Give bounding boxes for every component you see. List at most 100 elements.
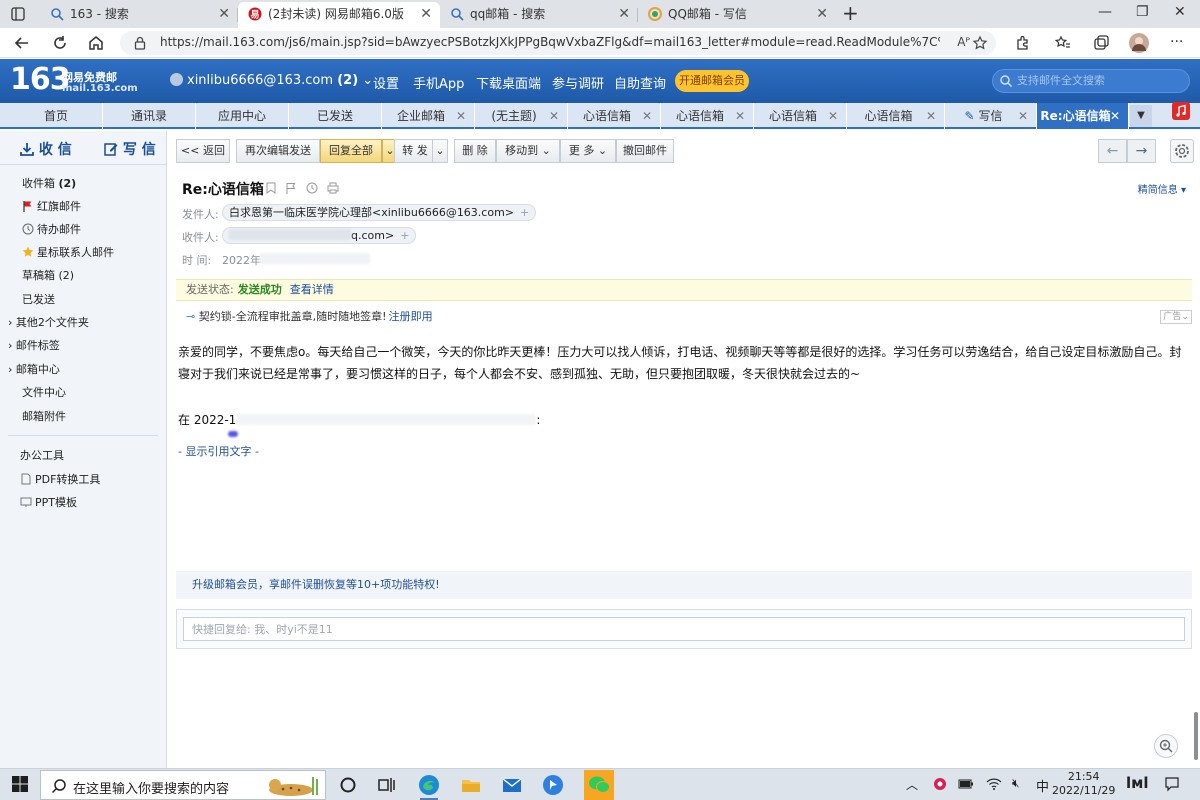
tab-message[interactable]: 心语信箱 ✕ <box>847 103 945 129</box>
close-icon[interactable]: ✕ <box>926 103 936 129</box>
sidebar-item-mail-center[interactable]: › 邮箱中心 <box>8 361 60 377</box>
browser-tab-3[interactable]: qq邮箱 - 搜索 ✕ <box>440 2 638 28</box>
forward-button[interactable]: 转 发 <box>394 139 436 163</box>
upgrade-banner[interactable]: 升级邮箱会员，享邮件误删恢复等10+项功能特权! <box>176 571 1192 599</box>
wifi-icon[interactable] <box>986 777 1002 791</box>
minimize-button[interactable]: — <box>1098 4 1112 20</box>
close-icon[interactable]: ✕ <box>1018 103 1028 129</box>
summary-info-link[interactable]: 精简信息 ▾ <box>1138 181 1186 196</box>
tab-message[interactable]: 心语信箱 ✕ <box>568 103 661 129</box>
settings-link[interactable]: 设置 <box>373 73 399 92</box>
recall-button[interactable]: 撤回邮件 <box>616 139 674 163</box>
collections-icon[interactable] <box>1092 34 1110 52</box>
sidebar-item-file-center[interactable]: 文件中心 <box>22 384 66 400</box>
taskbar-search-box[interactable]: 在这里输入你要搜索的内容 <box>40 770 326 800</box>
clock-icon[interactable] <box>306 182 318 197</box>
ime-mode-icon[interactable]: lᴍl <box>1126 774 1149 792</box>
close-icon[interactable]: ✕ <box>735 103 745 129</box>
sidebar-item-starred[interactable]: 星标联系人邮件 <box>22 244 114 260</box>
task-view-icon[interactable] <box>374 773 398 797</box>
url-field[interactable]: https://mail.163.com/js6/main.jsp?sid=bA… <box>120 31 996 55</box>
home-icon[interactable] <box>86 33 106 53</box>
ad-tag[interactable]: 广告⌄ <box>1160 310 1192 324</box>
read-aloud-button[interactable]: Aᴾ <box>957 35 970 49</box>
close-icon[interactable]: ✕ <box>549 103 559 129</box>
sidebar-item-sent[interactable]: 已发送 <box>22 291 55 307</box>
recipient-chip[interactable]: q.com> + <box>222 227 417 244</box>
ad-text[interactable]: 契约锁-全流程审批盖章,随时随地签章! <box>199 310 387 323</box>
sidebar-item-labels[interactable]: › 邮件标签 <box>8 337 60 353</box>
close-icon[interactable]: ✕ <box>1110 103 1120 129</box>
close-tab-icon[interactable]: ✕ <box>618 2 630 26</box>
ad-register-link[interactable]: 注册即用 <box>389 310 433 323</box>
sidebar-item-drafts[interactable]: 草稿箱 (2) <box>22 267 74 283</box>
close-icon[interactable]: ✕ <box>456 103 466 129</box>
workspaces-icon[interactable] <box>10 6 26 22</box>
tab-reply-message[interactable]: Re:心语信箱 ✕ <box>1037 103 1129 129</box>
lock-icon[interactable] <box>134 36 146 50</box>
show-hidden-icons-button[interactable]: ︿ <box>906 776 918 793</box>
account-switcher[interactable]: xinlibu6666@163.com (2) ⌄ <box>170 73 373 88</box>
wechat-icon[interactable] <box>584 770 614 800</box>
edit-resend-button[interactable]: 再次编辑发送 <box>236 139 320 163</box>
desktop-download-link[interactable]: 下载桌面端 <box>476 73 541 92</box>
notification-icon[interactable] <box>1164 776 1180 792</box>
new-tab-button[interactable]: + <box>842 3 859 23</box>
add-contact-icon[interactable]: + <box>520 206 529 219</box>
show-quote-link[interactable]: - 显示引用文字 - <box>178 443 259 459</box>
battery-icon[interactable] <box>958 777 974 791</box>
print-icon[interactable] <box>327 182 339 197</box>
ime-indicator[interactable]: 中 <box>1036 776 1049 795</box>
browser-tab-1[interactable]: 163 - 搜索 ✕ <box>40 2 238 28</box>
more-dropdown[interactable]: 更 多 ⌄ <box>560 139 616 163</box>
bookmark-icon[interactable] <box>266 182 276 197</box>
next-message-button[interactable]: → <box>1127 139 1156 163</box>
windows-start-icon[interactable] <box>9 773 33 797</box>
gear-icon[interactable] <box>1170 139 1194 163</box>
sidebar-item-pdf-tool[interactable]: PDF转换工具 <box>20 471 100 487</box>
self-service-link[interactable]: 自助查询 <box>614 73 666 92</box>
sidebar-item-flagged[interactable]: 红旗邮件 <box>22 198 81 214</box>
move-to-dropdown[interactable]: 移动到 ⌄ <box>496 139 560 163</box>
close-icon[interactable]: ✕ <box>828 103 838 129</box>
browser-menu-button[interactable]: ··· <box>1170 34 1188 52</box>
survey-link[interactable]: 参与调研 <box>552 73 604 92</box>
refresh-icon[interactable] <box>50 33 70 53</box>
edge-browser-icon[interactable] <box>417 773 441 797</box>
compose-button[interactable]: 写 信 <box>104 139 156 160</box>
system-clock[interactable]: 21:54 2022/11/29 <box>1052 770 1115 798</box>
tab-contacts[interactable]: 通讯录 <box>103 103 196 129</box>
sidebar-item-todo[interactable]: 待办邮件 <box>22 221 81 237</box>
forward-dropdown-button[interactable]: ⌄ <box>432 139 448 163</box>
close-tab-icon[interactable]: ✕ <box>816 2 828 26</box>
browser-tab-2[interactable]: 易 (2封未读) 网易邮箱6.0版 ✕ <box>238 2 440 28</box>
extensions-icon[interactable] <box>1014 34 1032 52</box>
scrollbar-thumb[interactable] <box>1194 712 1198 760</box>
file-explorer-icon[interactable] <box>459 773 483 797</box>
mobile-app-link[interactable]: 手机App <box>413 73 464 92</box>
tab-no-subject[interactable]: (无主题) ✕ <box>475 103 568 129</box>
zoom-icon[interactable] <box>1154 734 1178 758</box>
maximize-button[interactable]: ❐ <box>1136 4 1149 20</box>
tab-compose[interactable]: ✎ 写信 ✕ <box>945 103 1037 129</box>
add-contact-icon[interactable]: + <box>400 229 409 242</box>
vip-button[interactable]: 开通邮箱会员 <box>675 70 749 92</box>
favorites-icon[interactable] <box>1054 34 1072 52</box>
quick-reply-input[interactable] <box>183 617 1185 641</box>
app-tray-icon[interactable] <box>932 776 948 792</box>
tab-message[interactable]: 心语信箱 ✕ <box>754 103 847 129</box>
sender-chip[interactable]: 白求恩第一临床医学院心理部<xinlibu6666@163.com> + <box>222 204 537 221</box>
mail-app-icon[interactable] <box>500 773 524 797</box>
receive-mail-button[interactable]: 收 信 <box>20 139 72 160</box>
reply-all-button[interactable]: 回复全部 <box>320 139 382 163</box>
back-arrow-icon[interactable] <box>12 33 32 53</box>
sidebar-item-inbox[interactable]: 收件箱 (2) <box>22 175 76 191</box>
browser-tab-4[interactable]: QQ邮箱 - 写信 ✕ <box>638 2 836 28</box>
mail-search-input[interactable]: 支持邮件全文搜索 <box>992 69 1190 93</box>
flag-icon[interactable] <box>286 182 296 197</box>
sidebar-item-attachments[interactable]: 邮箱附件 <box>22 408 66 424</box>
tab-sent[interactable]: 已发送 <box>289 103 382 129</box>
close-icon[interactable]: ✕ <box>642 103 652 129</box>
cortana-icon[interactable] <box>336 773 360 797</box>
tab-enterprise-mail[interactable]: 企业邮箱 ✕ <box>382 103 475 129</box>
